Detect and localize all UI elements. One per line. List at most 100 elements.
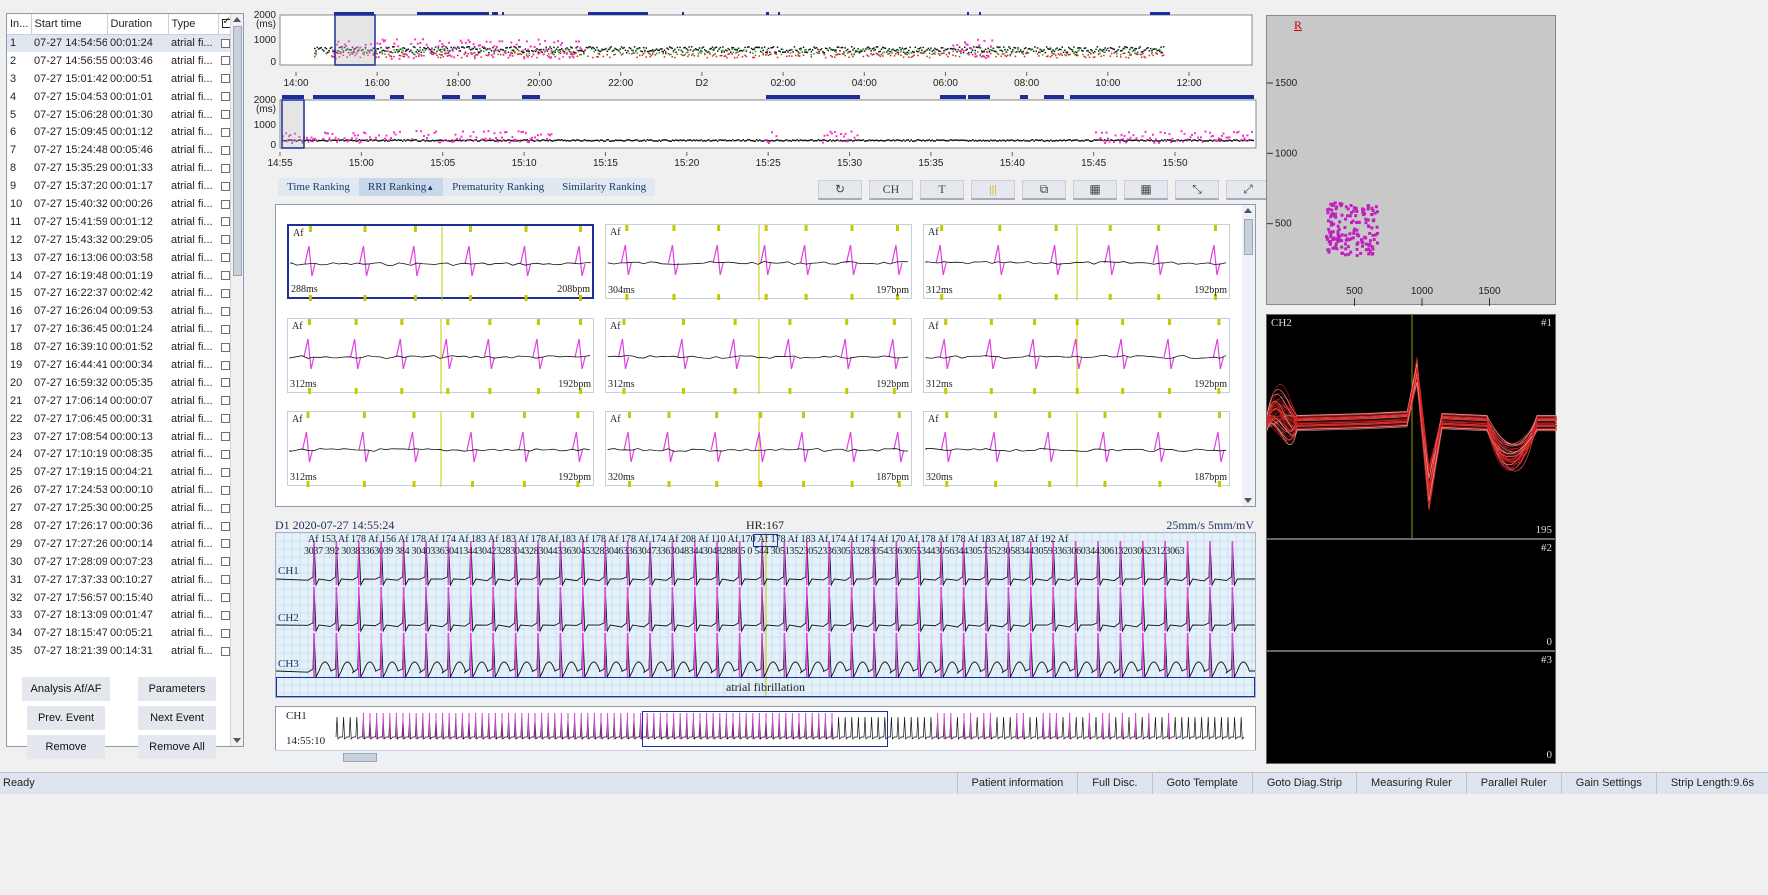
tab-time-ranking[interactable]: Time Ranking: [278, 178, 359, 196]
template-cell[interactable]: Af 320ms 187bpm: [605, 411, 912, 487]
table-row[interactable]: 14 07-27 16:19:48 00:01:19 atrial fi...: [7, 267, 231, 285]
scatter-canvas[interactable]: 15001000500500 1000 1500: [1267, 16, 1557, 306]
template-cell[interactable]: Af 304ms 197bpm: [605, 224, 912, 300]
table-row[interactable]: 18 07-27 16:39:10 00:01:52 atrial fi...: [7, 338, 231, 356]
checkbox-icon[interactable]: [221, 414, 230, 424]
table-row[interactable]: 21 07-27 17:06:14 00:00:07 atrial fi...: [7, 392, 231, 410]
ecg-strip[interactable]: Af 153 Af 178 Af 156 Af 178 Af 174 Af 18…: [275, 532, 1256, 698]
table-row[interactable]: 20 07-27 16:59:32 00:05:35 atrial fi...: [7, 374, 231, 392]
copy-icon[interactable]: ⧉: [1022, 180, 1066, 200]
table-row[interactable]: 4 07-27 15:04:53 00:01:01 atrial fi...: [7, 88, 231, 106]
column-header-duration[interactable]: Duration: [107, 14, 169, 35]
table-row[interactable]: 16 07-27 16:26:04 00:09:53 atrial fi...: [7, 302, 231, 320]
checkbox-icon[interactable]: [221, 199, 230, 209]
checkbox-icon[interactable]: [221, 575, 230, 585]
checkbox-icon[interactable]: [221, 56, 230, 66]
trend-top-chart[interactable]: 2000(ms)10000 14:00 16:00 18:00 20:00 22:00 D…: [254, 10, 1253, 89]
superimposed-panel-1[interactable]: CH2 #1 195: [1266, 314, 1557, 540]
rr-trend-charts[interactable]: 2000(ms)10000 14:00 16:00 18:00 20:00 22:00 D…: [252, 10, 1258, 170]
remove-button[interactable]: Remove: [27, 735, 105, 759]
checkbox-icon[interactable]: [221, 360, 230, 370]
table-row[interactable]: 3 07-27 15:01:42 00:00:51 atrial fi...: [7, 70, 231, 88]
scrollbar-thumb[interactable]: [233, 26, 242, 276]
table-row[interactable]: 29 07-27 17:27:26 00:00:14 atrial fi...: [7, 535, 231, 553]
template-cell[interactable]: Af 312ms 192bpm: [605, 318, 912, 394]
prev-event-button[interactable]: Prev. Event: [27, 706, 105, 730]
table-row[interactable]: 35 07-27 18:21:39 00:14:31 atrial fi...: [7, 642, 231, 660]
table-row[interactable]: 24 07-27 17:10:19 00:08:35 atrial fi...: [7, 445, 231, 463]
checkbox-icon[interactable]: [221, 92, 230, 102]
checkbox-icon[interactable]: [221, 611, 230, 621]
table-row[interactable]: 17 07-27 16:36:45 00:01:24 atrial fi...: [7, 320, 231, 338]
template-cell[interactable]: Af 288ms 208bpm: [287, 224, 594, 301]
checkbox-icon[interactable]: [221, 235, 230, 245]
column-header-type[interactable]: Type: [168, 14, 219, 35]
table-row[interactable]: 7 07-27 15:24:48 00:05:46 atrial fi...: [7, 141, 231, 159]
checkbox-icon[interactable]: [221, 74, 230, 84]
status-measuring-ruler[interactable]: Measuring Ruler: [1356, 773, 1466, 795]
channel-select-button[interactable]: CH: [869, 180, 913, 200]
table-row[interactable]: 19 07-27 16:44:41 00:00:34 atrial fi...: [7, 356, 231, 374]
checkbox-icon[interactable]: [221, 163, 230, 173]
table-row[interactable]: 28 07-27 17:26:17 00:00:36 atrial fi...: [7, 517, 231, 535]
checkbox-icon[interactable]: [221, 110, 230, 120]
checkbox-icon[interactable]: [221, 253, 230, 263]
table-row[interactable]: 23 07-27 17:08:54 00:00:13 atrial fi...: [7, 428, 231, 446]
template-cell[interactable]: Af 320ms 187bpm: [923, 411, 1230, 487]
checkbox-icon[interactable]: [221, 396, 230, 406]
scroll-down-icon[interactable]: [233, 738, 241, 743]
scroll-down-icon[interactable]: [1244, 498, 1252, 503]
marker-bars-icon[interactable]: |||: [971, 180, 1015, 200]
checkbox-icon[interactable]: [221, 646, 230, 656]
checkbox-icon[interactable]: [221, 539, 230, 549]
template-cell[interactable]: Af 312ms 192bpm: [923, 318, 1230, 394]
table-row[interactable]: 15 07-27 16:22:37 00:02:42 atrial fi...: [7, 284, 231, 302]
scrollbar-thumb[interactable]: [1244, 219, 1253, 255]
checkbox-icon[interactable]: [221, 289, 230, 298]
table-row[interactable]: 8 07-27 15:35:29 00:01:33 atrial fi...: [7, 159, 231, 177]
table-row[interactable]: 33 07-27 18:13:09 00:01:47 atrial fi...: [7, 607, 231, 625]
checkbox-icon[interactable]: [221, 378, 230, 388]
refresh-icon[interactable]: ↻: [818, 180, 862, 200]
table-row[interactable]: 31 07-27 17:37:33 00:10:27 atrial fi...: [7, 571, 231, 589]
rr-scatter-plot[interactable]: 1500 1000 500 500 1000 1500 R: [1266, 15, 1557, 306]
status-goto-diag-strip[interactable]: Goto Diag.Strip: [1251, 773, 1356, 795]
selected-beat-marker[interactable]: [753, 534, 778, 547]
scroll-up-icon[interactable]: [233, 17, 241, 22]
table-row[interactable]: 9 07-27 15:37:20 00:01:17 atrial fi...: [7, 177, 231, 195]
remove-all-button[interactable]: Remove All: [138, 735, 216, 759]
checkbox-icon[interactable]: [221, 521, 230, 531]
text-tool-icon[interactable]: T: [920, 180, 964, 200]
status-parallel-ruler[interactable]: Parallel Ruler: [1465, 773, 1561, 795]
tab-rri-ranking[interactable]: RRI Ranking▲: [358, 178, 444, 196]
table-row[interactable]: 32 07-27 17:56:57 00:15:40 atrial fi...: [7, 589, 231, 607]
checkbox-icon[interactable]: [221, 342, 230, 352]
parameters-button[interactable]: Parameters: [138, 677, 216, 701]
shrink-icon[interactable]: ⤡: [1175, 180, 1219, 200]
checkbox-icon[interactable]: [221, 467, 230, 477]
status-goto-template[interactable]: Goto Template: [1151, 773, 1252, 795]
template-cell[interactable]: Af 312ms 192bpm: [287, 318, 594, 394]
checkbox-icon[interactable]: [221, 306, 230, 316]
table-row[interactable]: 27 07-27 17:25:30 00:00:25 atrial fi...: [7, 499, 231, 517]
table-row[interactable]: 10 07-27 15:40:32 00:00:26 atrial fi...: [7, 195, 231, 213]
grid-6-icon[interactable]: ▦: [1124, 180, 1168, 200]
table-row[interactable]: 26 07-27 17:24:53 00:00:10 atrial fi...: [7, 481, 231, 499]
checkbox-icon[interactable]: [221, 432, 230, 442]
scrollbar-thumb[interactable]: [343, 753, 377, 762]
checkbox-icon[interactable]: [221, 127, 230, 137]
tab-prematurity-ranking[interactable]: Prematurity Ranking: [443, 178, 553, 196]
column-header-index[interactable]: In...: [7, 14, 32, 35]
checkbox-icon[interactable]: [221, 628, 230, 638]
checkbox-icon[interactable]: [221, 217, 230, 227]
table-row[interactable]: 1 07-27 14:54:56 00:01:24 atrial fi...: [7, 34, 231, 52]
template-cell[interactable]: Af 312ms 192bpm: [287, 411, 594, 487]
overview-viewport[interactable]: [642, 711, 888, 747]
table-row[interactable]: 12 07-27 15:43:32 00:29:05 atrial fi...: [7, 231, 231, 249]
table-row[interactable]: 22 07-27 17:06:45 00:00:31 atrial fi...: [7, 410, 231, 428]
trend-top-selection[interactable]: [334, 14, 376, 66]
trend-bottom-selection[interactable]: [281, 99, 305, 149]
table-row[interactable]: 6 07-27 15:09:45 00:01:12 atrial fi...: [7, 123, 231, 141]
checkbox-icon[interactable]: [221, 450, 230, 460]
checkbox-icon[interactable]: [221, 557, 230, 567]
